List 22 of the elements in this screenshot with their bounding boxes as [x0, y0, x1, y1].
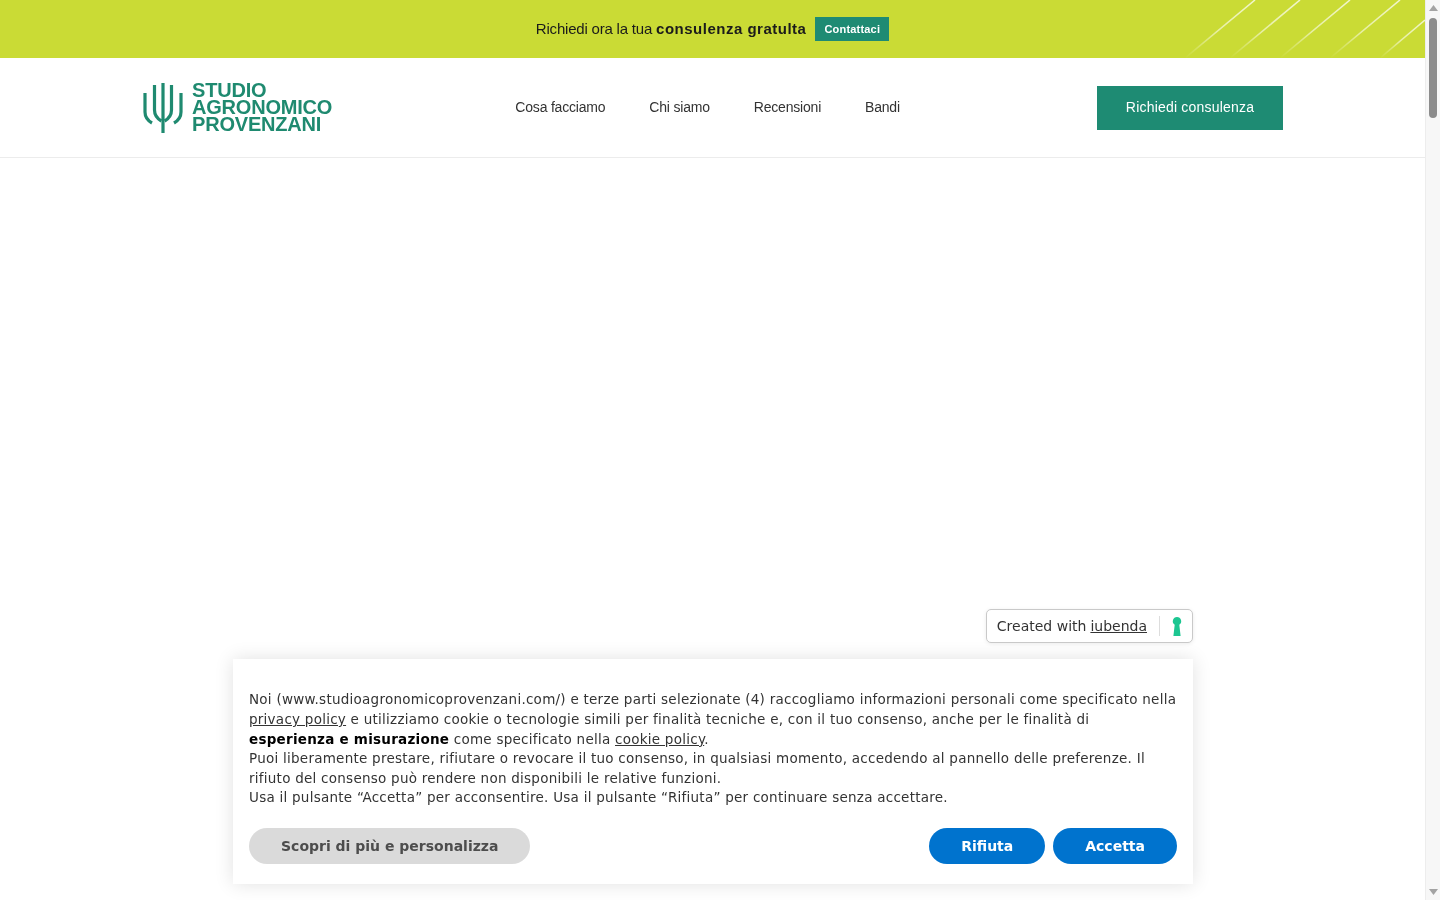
promo-text: Richiedi ora la tua consulenza gratulta	[535, 18, 807, 39]
nav-link[interactable]: Bandi	[865, 97, 900, 118]
nav-link[interactable]: Recensioni	[753, 97, 822, 118]
iubenda-link[interactable]: iubenda	[1090, 615, 1147, 637]
keyhole-icon	[1172, 616, 1182, 636]
scroll-up-arrow-icon[interactable]	[1429, 5, 1438, 11]
logo-text[interactable]: STUDIO AGRONOMICO PROVENZANI	[192, 82, 333, 133]
consent-text: Puoi liberamente prestare, rifiutare o revocare il tuo consenso, in qualsiasi momento, accedendo al pannello delle preferenze. Il rifiuto del consenso può rendere non disponibili le relative funzioni.	[249, 749, 1146, 788]
prongs-logo-icon[interactable]	[142, 82, 184, 133]
customize-button[interactable]: Scopri di più e personalizza	[249, 828, 531, 864]
policy-link[interactable]: privacy policy	[249, 711, 347, 728]
consent-text: Noi (www.studioagronomicoprovenzani.com/) e terze parti selezionate (4) raccogliamo informazioni personali come specificato nella privacy policy e utilizziamo cookie o tecnologie simili per finalità tecniche e, con il tuo consenso, anche per le finalità di esperienza e misurazione come specificato nella cookie policy.	[249, 690, 1177, 749]
scroll-down-arrow-icon[interactable]	[1429, 889, 1438, 895]
credit-text: Created with	[996, 616, 1087, 636]
accept-button[interactable]: Accetta	[1053, 828, 1177, 864]
scrollbar-thumb[interactable]	[1429, 18, 1437, 118]
nav-link[interactable]: Cosa facciamo	[515, 97, 606, 118]
nav-link[interactable]: Chi siamo	[649, 97, 710, 118]
contact-button[interactable]: Contattaci	[815, 17, 890, 41]
reject-button[interactable]: Rifiuta	[929, 828, 1046, 864]
consent-text: Usa il pulsante “Accetta” per acconsentire. Usa il pulsante “Rifiuta” per continuare senza accettare.	[249, 788, 949, 808]
consultation-button[interactable]: Richiedi consulenza	[1097, 85, 1283, 130]
